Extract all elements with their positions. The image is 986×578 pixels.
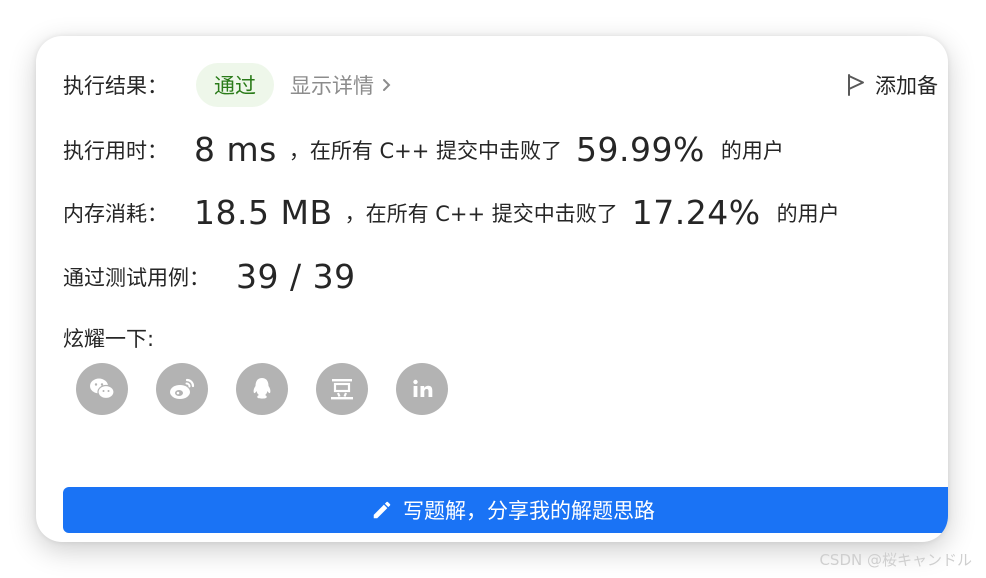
qq-icon[interactable] [236,363,288,415]
memory-percent: 17.24% [631,193,761,232]
result-row: 执行结果： 通过 显示详情 [63,63,394,107]
flag-icon [848,74,864,96]
linkedin-icon[interactable] [396,363,448,415]
share-label: 炫耀一下: [63,327,155,351]
runtime-label: 执行用时： [63,138,168,163]
memory-value: 18.5 MB [194,193,333,232]
weibo-icon[interactable] [156,363,208,415]
show-details-label: 显示详情 [290,74,374,98]
add-note-label: 添加备 [875,74,938,98]
pencil-icon [373,501,391,519]
wechat-icon[interactable] [76,363,128,415]
write-solution-button[interactable]: 写题解，分享我的解题思路 [63,487,948,533]
add-note-button[interactable]: 添加备 [845,70,938,100]
chevron-right-icon [383,79,391,91]
memory-beat-text: ，在所有 C++ 提交中击败了 [344,201,618,226]
douban-icon[interactable] [316,363,368,415]
runtime-value: 8 ms [194,130,277,169]
runtime-percent: 59.99% [576,130,705,169]
submission-result-card: 执行结果： 通过 显示详情 添加备 执行用时： 8 ms ，在所有 C++ 提交… [36,36,948,542]
runtime-row: 执行用时： 8 ms ，在所有 C++ 提交中击败了 59.99% 的用户 [63,130,784,169]
memory-label: 内存消耗： [63,201,168,226]
share-row: 炫耀一下: [63,323,154,353]
tests-label: 通过测试用例： [63,265,210,290]
tests-row: 通过测试用例： 39 / 39 [63,257,356,296]
memory-suffix: 的用户 [776,201,840,226]
runtime-beat-text: ，在所有 C++ 提交中击败了 [288,138,563,163]
share-icons [76,363,448,415]
tests-value: 39 / 39 [236,257,356,296]
result-label: 执行结果： [63,74,168,98]
watermark: CSDN @桜キャンドル [819,551,972,569]
memory-row: 内存消耗： 18.5 MB ，在所有 C++ 提交中击败了 17.24% 的用户 [63,193,840,232]
runtime-suffix: 的用户 [720,138,784,163]
status-badge: 通过 [196,63,274,107]
show-details-link[interactable]: 显示详情 [290,70,394,100]
write-solution-label: 写题解，分享我的解题思路 [403,499,655,523]
